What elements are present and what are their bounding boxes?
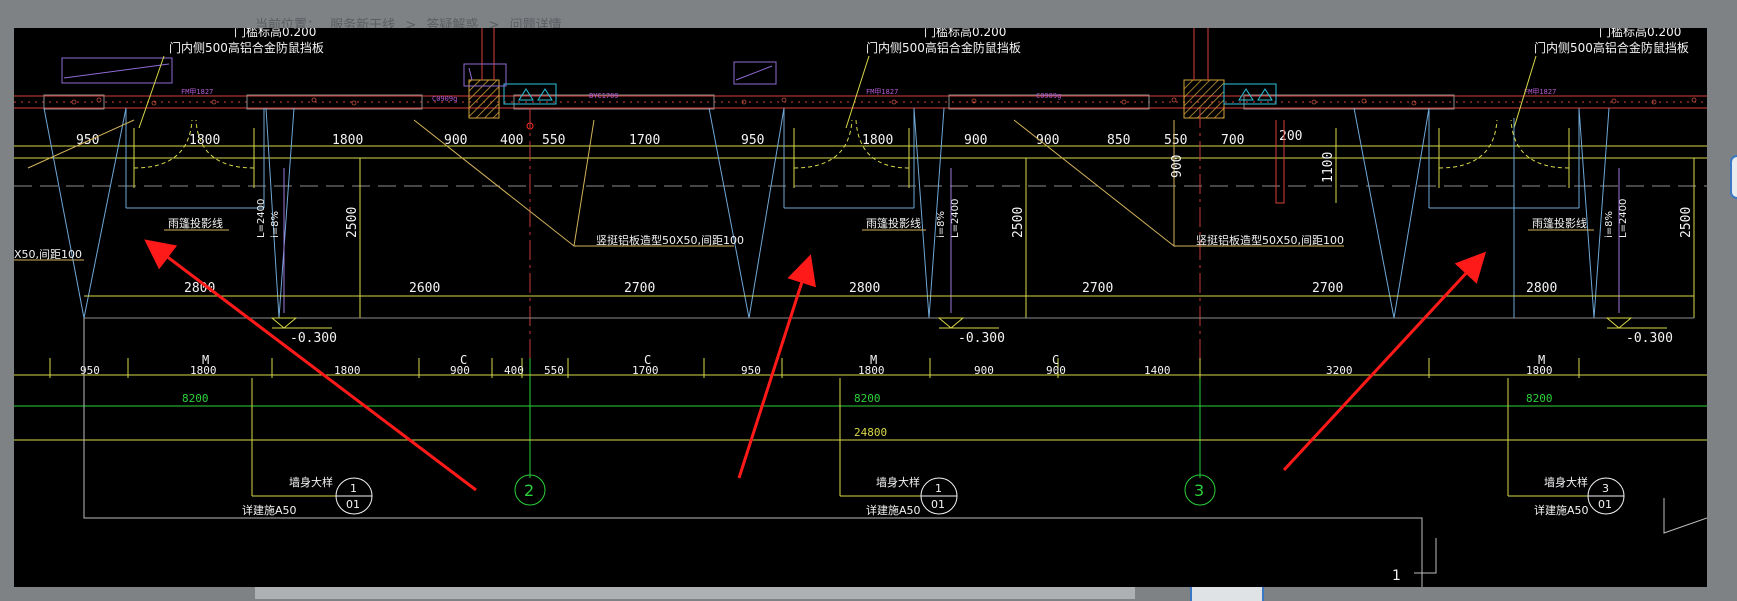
svg-text:详建施A50: 详建施A50 (866, 503, 921, 517)
axis-marker-C: C (460, 353, 467, 367)
level-mark-label: -0.300 (290, 331, 337, 346)
mid-dim-2600: 2600 (409, 281, 440, 296)
slope-label: i=8% (270, 211, 281, 238)
axis-marker-M: M (870, 353, 877, 367)
keel-note-2: 竖挺铝板造型50X50,间距100 (1196, 233, 1344, 247)
door-tag-3: BYC1709 (589, 92, 619, 100)
slope-length-label: L=2400 (1618, 199, 1629, 238)
mid-dim-2700: 2700 (1312, 281, 1343, 296)
door-tag-5: C0909g (1036, 92, 1061, 100)
svg-text:3: 3 (1194, 481, 1204, 500)
axis-marker-M: M (1538, 353, 1545, 367)
top-dim-850: 850 (1107, 133, 1130, 148)
axis-dim-950: 950 (80, 364, 100, 377)
svg-text:墙身大样: 墙身大样 (289, 475, 333, 489)
axis-dim-950: 950 (741, 364, 761, 377)
right-float-tab[interactable] (1730, 155, 1737, 199)
mid-dim-2800: 2800 (1526, 281, 1557, 296)
total-dim-24800: 24800 (854, 426, 887, 439)
slope-length-label: L=2400 (256, 199, 267, 238)
axis-dim-3200: 3200 (1326, 364, 1353, 377)
mid-dim-2800: 2800 (849, 281, 880, 296)
vertical-dim-2500: 2500 (1011, 207, 1026, 238)
top-dim-1800: 1800 (189, 133, 220, 148)
vertical-dim-1100: 1100 (1321, 152, 1336, 183)
total-dim-8200: 8200 (1526, 392, 1553, 405)
axis-marker-C: C (644, 353, 651, 367)
svg-text:1: 1 (935, 482, 942, 495)
slope-length-label: L=2400 (950, 199, 961, 238)
svg-text:2: 2 (524, 481, 534, 500)
axis-marker-C: C (1052, 353, 1059, 367)
sill-height-label-3: 门槛标高0.200 (1599, 28, 1681, 39)
top-dim-1800: 1800 (862, 133, 893, 148)
mid-dim-2700: 2700 (1082, 281, 1113, 296)
axis-marker-M: M (202, 353, 209, 367)
svg-text:墙身大样: 墙身大样 (1544, 475, 1588, 489)
svg-text:详建施A50: 详建施A50 (1534, 503, 1589, 517)
mid-dim-2700: 2700 (624, 281, 655, 296)
door-baffle-label-3: 门内侧500高铝合金防鼠挡板 (1534, 40, 1689, 55)
column-hatch-3 (1183, 79, 1225, 119)
svg-text:3: 3 (1602, 482, 1609, 495)
grid-bubble-3: 3 (1184, 474, 1216, 506)
top-dim-400: 400 (500, 133, 523, 148)
level-mark-label: -0.300 (1626, 331, 1673, 346)
top-dim-950: 950 (741, 133, 764, 148)
svg-text:01: 01 (931, 498, 945, 511)
vertical-dim-900: 900 (1170, 155, 1185, 178)
svg-text:01: 01 (1598, 498, 1612, 511)
top-dim-900: 900 (964, 133, 987, 148)
axis-dim-1400: 1400 (1144, 364, 1171, 377)
sill-height-label-1: 门槛标高0.200 (234, 28, 316, 39)
top-dimension-line (14, 145, 1707, 159)
axis-dim-900: 900 (974, 364, 994, 377)
vertical-dim-2500: 2500 (345, 207, 360, 238)
door-tag-6: FM甲1827 (1524, 88, 1556, 96)
column-upper-lines (481, 28, 1209, 80)
axis-dim-400: 400 (504, 364, 524, 377)
cad-drawing-image: FM甲1827 C0909g BYC1709 FM甲1827 C0909g FM… (14, 28, 1707, 587)
level-mark-label: -0.300 (958, 331, 1005, 346)
svg-text:墙身大样: 墙身大样 (876, 475, 920, 489)
corner-label: 1 (1392, 568, 1401, 584)
canopy-projection-label-1: 雨篷投影线 (168, 216, 223, 230)
slope-label: i=8% (936, 211, 947, 238)
keel-note-partial: X50,间距100 (14, 248, 82, 261)
top-dim-200: 200 (1279, 129, 1302, 144)
top-dim-550: 550 (542, 133, 565, 148)
bottom-outline (83, 318, 1423, 587)
purple-blocks (61, 57, 777, 87)
total-dim-8200: 8200 (854, 392, 881, 405)
sill-height-label-2: 门槛标高0.200 (924, 28, 1006, 39)
slope-arrows (283, 168, 1620, 313)
cad-drawing-svg: FM甲1827 C0909g BYC1709 FM甲1827 C0909g FM… (14, 28, 1707, 587)
total-dim-8200: 8200 (182, 392, 209, 405)
top-dim-900: 900 (444, 133, 467, 148)
wall-detail-callout-1: 1 01 墙身大样 详建施A50 (242, 378, 373, 517)
exterior-wall-band (14, 95, 1707, 109)
canopy-projection-label-3: 雨篷投影线 (1532, 216, 1587, 230)
top-dim-1700: 1700 (629, 133, 660, 148)
keel-note-1: 竖挺铝板造型50X50,间距100 (596, 233, 744, 247)
svg-text:01: 01 (346, 498, 360, 511)
svg-text:详建施A50: 详建施A50 (242, 503, 297, 517)
top-dim-700: 700 (1221, 133, 1244, 148)
canopy-projection-label-2: 雨篷投影线 (866, 216, 921, 230)
door-baffle-label-1: 门内侧500高铝合金防鼠挡板 (169, 40, 324, 55)
axis-dim-1800: 1800 (334, 364, 361, 377)
door-baffle-label-2: 门内侧500高铝合金防鼠挡板 (866, 40, 1021, 55)
vertical-dim-2500: 2500 (1679, 207, 1694, 238)
door-tag-1: FM甲1827 (181, 88, 213, 96)
slope-label: i=8% (1604, 211, 1615, 238)
top-dim-550: 550 (1164, 133, 1187, 148)
door-tag-4: FM甲1827 (866, 88, 898, 96)
level-mark-triangles (270, 317, 1667, 329)
top-dim-1800: 1800 (332, 133, 363, 148)
grid-bubble-2: 2 (514, 474, 546, 506)
axis-dim-550: 550 (544, 364, 564, 377)
svg-text:1: 1 (350, 482, 357, 495)
door-tag-2: C0909g (432, 95, 457, 103)
